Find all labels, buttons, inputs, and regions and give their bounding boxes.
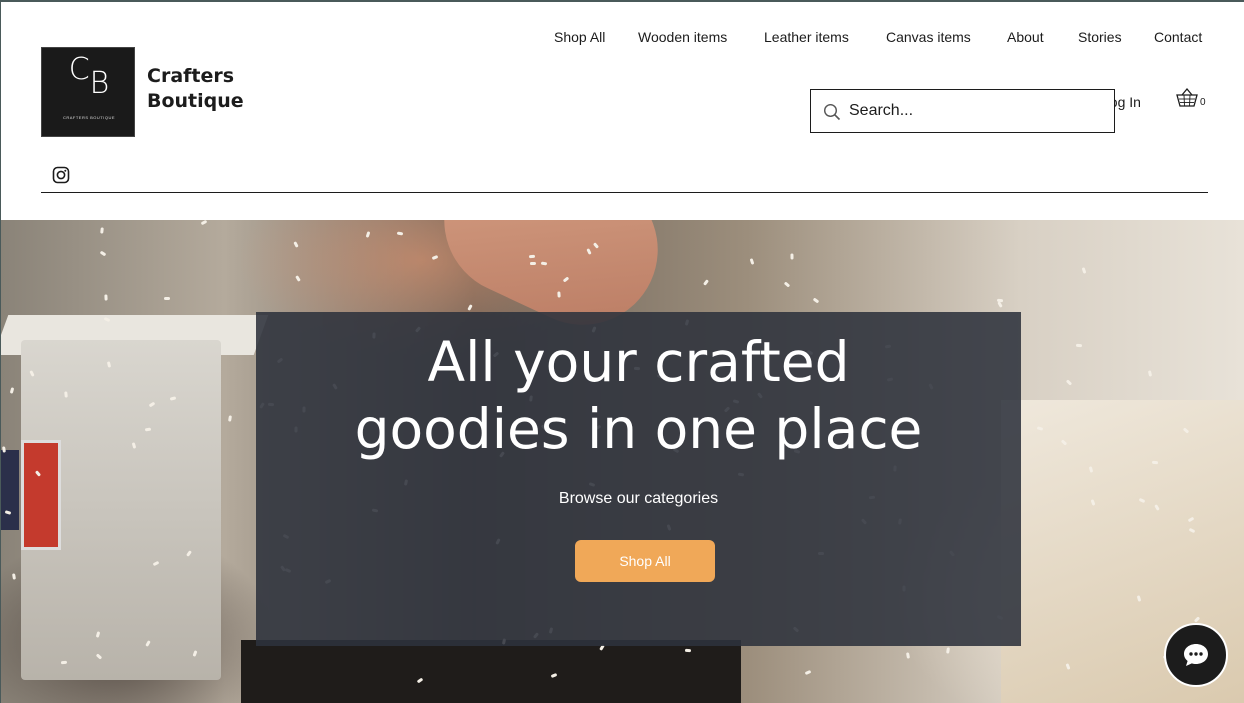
brand-logo[interactable]: CB CRAFTERS BOUTIQUE — [41, 47, 135, 137]
site-title-line2: Boutique — [147, 90, 244, 112]
site-title[interactable]: Crafters Boutique — [147, 64, 267, 114]
search-input[interactable] — [849, 96, 1104, 126]
saw-panel-shape — [21, 440, 61, 550]
chat-button[interactable] — [1164, 623, 1228, 687]
wood-chip — [228, 415, 232, 422]
shop-all-button[interactable]: Shop All — [575, 540, 715, 582]
nav-stories[interactable]: Stories — [1078, 29, 1122, 45]
wood-chip — [528, 254, 536, 259]
logo-monogram: CB — [42, 52, 136, 101]
nav-about[interactable]: About — [1007, 29, 1044, 45]
wood-chip — [783, 281, 791, 288]
wood-chip — [104, 294, 108, 301]
wood-chip — [431, 254, 439, 261]
wood-chip — [684, 648, 692, 653]
cart-button[interactable]: 0 — [1176, 88, 1208, 110]
hero-heading-line1: All your crafted — [427, 330, 850, 394]
wood-chip — [467, 304, 473, 311]
nav-wooden-items[interactable]: Wooden items — [638, 29, 727, 45]
search-bar — [810, 89, 1115, 133]
top-border — [0, 0, 1244, 2]
wood-chip — [1081, 267, 1087, 274]
wood-chip — [1075, 343, 1083, 348]
hero-heading-line2: goodies in one place — [354, 397, 923, 461]
wood-chip — [295, 275, 301, 282]
wood-chip — [1147, 370, 1153, 377]
cart-icon — [1176, 88, 1198, 107]
wood-chip — [99, 250, 107, 257]
nav-leather-items[interactable]: Leather items — [764, 29, 849, 45]
hero-heading: All your crafted goodies in one place — [256, 329, 1021, 463]
search-icon — [823, 103, 841, 121]
wood-chip — [702, 279, 710, 286]
wood-chip — [1065, 379, 1073, 386]
wood-chip — [365, 231, 371, 238]
logo-tagline: CRAFTERS BOUTIQUE — [62, 115, 116, 120]
hero-panel: All your crafted goodies in one place Br… — [256, 312, 1021, 646]
nav-contact[interactable]: Contact — [1154, 29, 1202, 45]
wood-chip — [557, 291, 561, 298]
floor-shadow-shape — [241, 640, 741, 703]
cart-count: 0 — [1200, 97, 1206, 108]
wood-chip — [164, 297, 170, 300]
main-nav: Shop All Wooden items Leather items Canv… — [0, 29, 1244, 49]
wood-chip — [749, 258, 755, 265]
wood-chip — [906, 652, 910, 659]
wood-chip — [790, 253, 794, 260]
wood-chip — [100, 227, 104, 234]
wood-chip — [946, 647, 950, 654]
logo-letter-c: C — [68, 52, 90, 87]
instagram-icon[interactable] — [52, 166, 70, 184]
nav-shop-all[interactable]: Shop All — [554, 29, 605, 45]
wood-chip — [293, 241, 299, 248]
wood-chip — [812, 297, 820, 304]
wood-chip — [804, 669, 812, 676]
chat-icon — [1184, 644, 1208, 666]
wood-chip — [396, 231, 404, 236]
wood-chip — [12, 573, 16, 580]
wood-chip — [64, 391, 68, 398]
wood-chip — [2, 446, 6, 453]
wood-chip — [540, 261, 548, 266]
wood-chip — [1151, 460, 1159, 465]
saw-panel-dark-shape — [1, 450, 19, 530]
wood-chip — [9, 387, 15, 394]
header-divider — [41, 192, 1208, 193]
wood-chip — [529, 261, 537, 266]
logo-letter-b: B — [89, 66, 110, 101]
nav-canvas-items[interactable]: Canvas items — [886, 29, 971, 45]
wood-chip — [200, 220, 208, 226]
hero-subtitle: Browse our categories — [558, 490, 719, 507]
page: CB CRAFTERS BOUTIQUE Crafters Boutique S… — [0, 0, 1244, 703]
site-title-line1: Crafters — [147, 65, 235, 87]
